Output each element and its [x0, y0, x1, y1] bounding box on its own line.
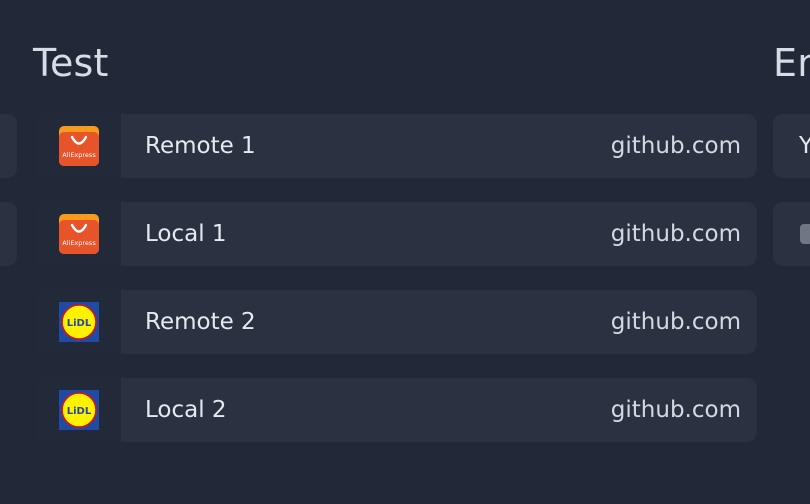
app-card-remote-1[interactable]: AliExpress Remote 1 github.com — [36, 114, 757, 178]
app-icon-box: LiDL — [36, 290, 121, 354]
svg-text:LiDL: LiDL — [66, 406, 91, 417]
app-card-content: Local 1 github.com — [121, 202, 757, 266]
app-icon — [800, 224, 810, 244]
left-group-card-2[interactable] — [0, 202, 17, 266]
app-card-content: Remote 2 github.com — [121, 290, 757, 354]
app-url: github.com — [610, 133, 741, 159]
aliexpress-icon: AliExpress — [58, 214, 99, 254]
app-card-remote-2[interactable]: LiDL Remote 2 github.com — [36, 290, 757, 354]
app-card-local-1[interactable]: AliExpress Local 1 github.com — [36, 202, 757, 266]
app-icon-box: AliExpress — [36, 114, 121, 178]
app-card-local-2[interactable]: LiDL Local 2 github.com — [36, 378, 757, 442]
app-name: Local 1 — [145, 221, 227, 247]
app-url: github.com — [610, 221, 741, 247]
app-icon-box: LiDL — [36, 378, 121, 442]
app-card-content: Local 2 github.com — [121, 378, 757, 442]
app-card-content: Remote 1 github.com — [121, 114, 757, 178]
app-icon-box: AliExpress — [36, 202, 121, 266]
left-group-card-1[interactable] — [0, 114, 17, 178]
app-url: github.com — [610, 309, 741, 335]
app-name: Local 2 — [145, 397, 227, 423]
lidl-icon: LiDL — [58, 302, 99, 342]
right-group-card-2[interactable] — [773, 202, 810, 266]
app-name: Remote 2 — [145, 309, 256, 335]
right-group-card-1[interactable]: Y — [773, 114, 810, 178]
dashboard-page: Test AliExpress Remote 1 github.com AliE… — [0, 0, 810, 504]
svg-text:LiDL: LiDL — [66, 318, 91, 329]
svg-text:AliExpress: AliExpress — [62, 151, 96, 159]
svg-text:AliExpress: AliExpress — [62, 239, 96, 247]
group-title-right: En — [773, 41, 810, 85]
lidl-icon: LiDL — [58, 390, 99, 430]
app-name: Remote 1 — [145, 133, 256, 159]
group-title-test: Test — [33, 41, 109, 85]
app-url: github.com — [610, 397, 741, 423]
app-name: Y — [799, 133, 810, 159]
aliexpress-icon: AliExpress — [58, 126, 99, 166]
